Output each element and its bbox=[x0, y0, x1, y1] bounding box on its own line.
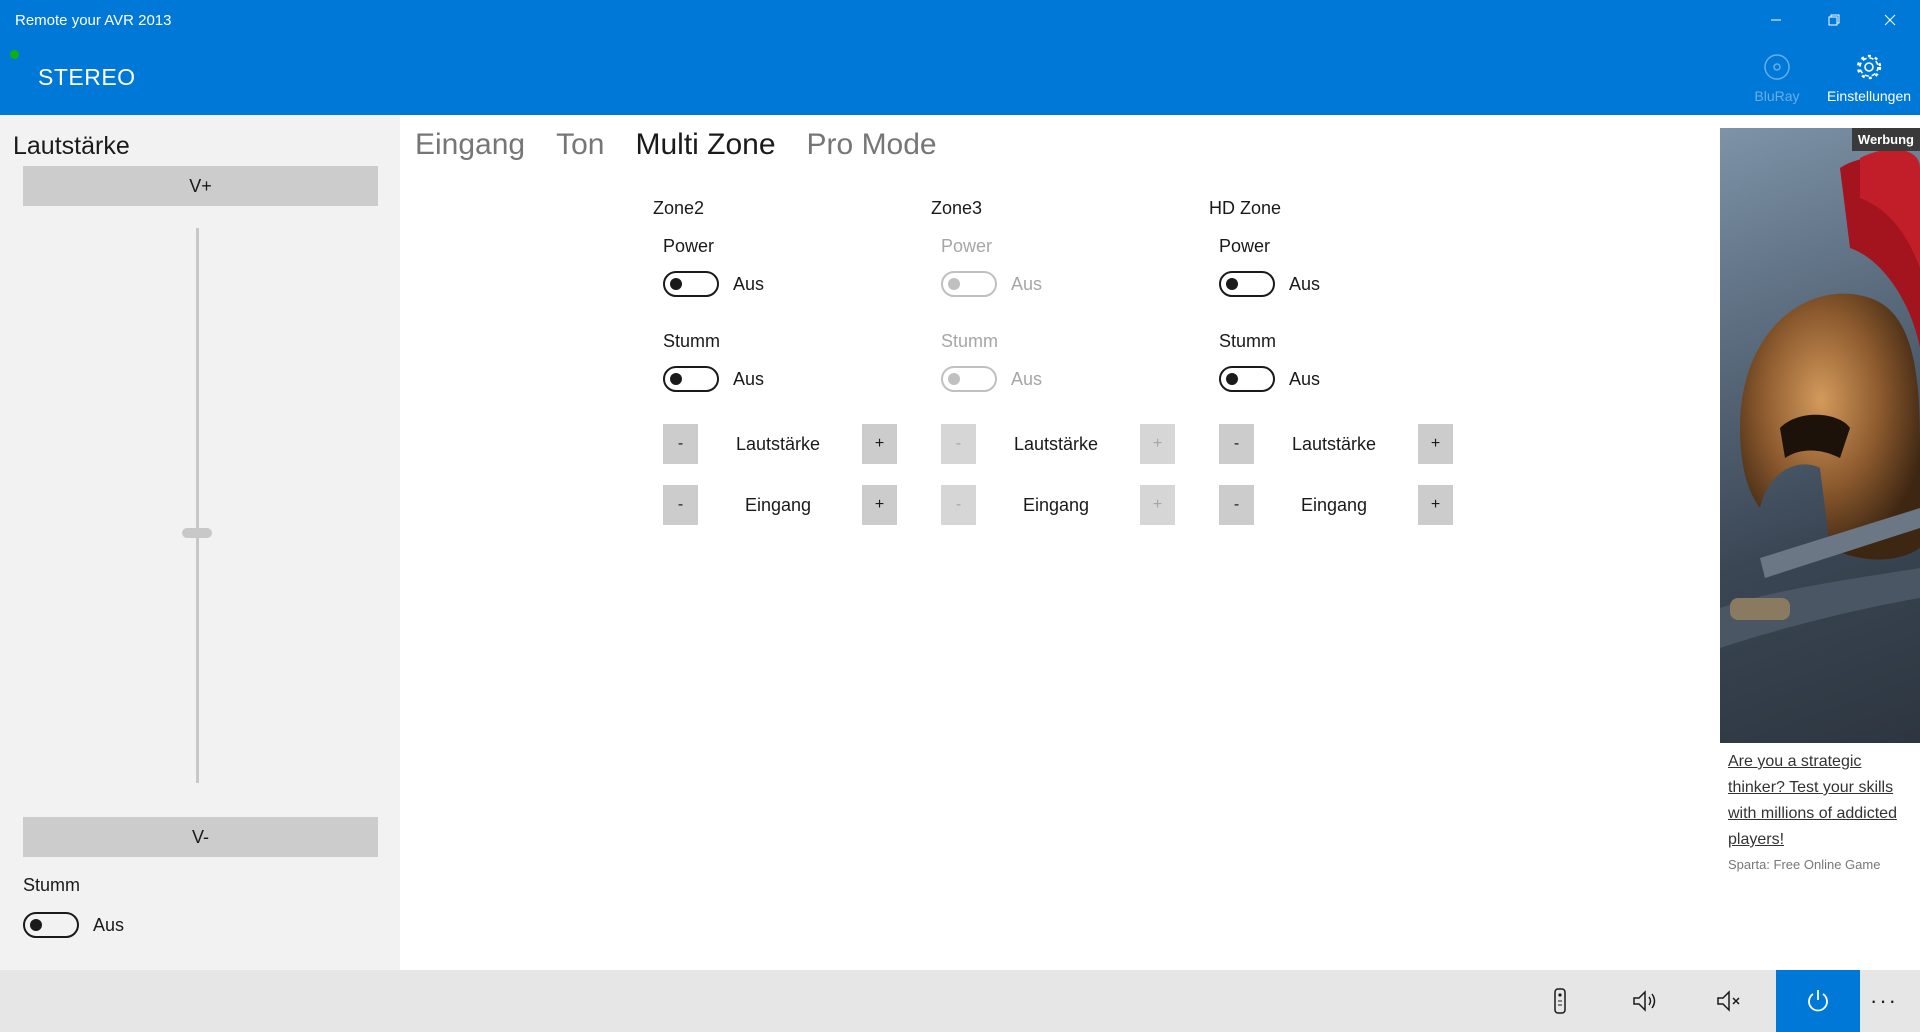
mute-toggle[interactable] bbox=[23, 912, 79, 938]
bottom-app-bar: ··· bbox=[0, 970, 1920, 1032]
zone-input-next-button[interactable]: + bbox=[1418, 485, 1453, 525]
toggle-knob bbox=[948, 278, 960, 290]
zone-volume-label: Lautstärke bbox=[1291, 434, 1377, 454]
zone-mute-label: Stumm bbox=[1219, 331, 1277, 351]
ad-banner[interactable]: Werbung bbox=[1720, 128, 1920, 743]
ad-image[interactable] bbox=[1720, 128, 1920, 743]
zone-mute-state: Aus bbox=[1011, 369, 1043, 389]
mute-icon bbox=[1717, 990, 1740, 1012]
zone-mute-toggle[interactable] bbox=[1219, 366, 1275, 392]
toggle-knob bbox=[670, 373, 682, 385]
spartan-helmet-illustration bbox=[1720, 149, 1920, 648]
more-icon: ··· bbox=[1870, 988, 1898, 1013]
connection-status-dot bbox=[10, 50, 19, 59]
zone-power-toggle[interactable] bbox=[1219, 271, 1275, 297]
app-window: Remote your AVR 2013 STEREO BluRay Einst… bbox=[0, 0, 1920, 1032]
volume-panel-title: Lautstärke bbox=[13, 132, 130, 160]
zone-mute-label: Stumm bbox=[941, 331, 999, 351]
zone-volume-down-button[interactable]: - bbox=[1219, 424, 1254, 464]
zone-title: Zone3 bbox=[931, 198, 983, 218]
toggle-knob bbox=[1226, 373, 1238, 385]
zone-panel-hd-zone: HD Zone Power Aus Stumm Aus - Lautstärke… bbox=[1209, 198, 1489, 538]
power-icon bbox=[1808, 990, 1828, 1012]
mute-button[interactable] bbox=[1688, 970, 1772, 1032]
zone-power-label: Power bbox=[1219, 236, 1271, 256]
settings-button[interactable]: Einstellungen bbox=[1823, 52, 1915, 112]
now-playing-mode: STEREO bbox=[38, 64, 136, 90]
toggle-knob bbox=[670, 278, 682, 290]
zone-mute-toggle[interactable] bbox=[941, 366, 997, 392]
zone-power-state: Aus bbox=[1011, 274, 1043, 294]
tab-multi-zone[interactable]: Multi Zone bbox=[635, 128, 775, 162]
zone-volume-up-button[interactable]: + bbox=[1140, 424, 1175, 464]
disc-icon bbox=[1764, 54, 1790, 80]
zone-input-prev-button[interactable]: - bbox=[663, 485, 698, 525]
ad-source: Sparta: Free Online Game bbox=[1728, 857, 1881, 872]
zone-volume-label: Lautstärke bbox=[1013, 434, 1099, 454]
toggle-knob bbox=[948, 373, 960, 385]
zone-title: Zone2 bbox=[653, 198, 705, 218]
toggle-knob bbox=[1226, 278, 1238, 290]
zone-panel-zone2: Zone2 Power Aus Stumm Aus - Lautstärke +… bbox=[653, 198, 933, 538]
mute-label: Stumm bbox=[23, 875, 81, 895]
zone-volume-up-button[interactable]: + bbox=[862, 424, 897, 464]
more-button[interactable]: ··· bbox=[1848, 970, 1920, 1032]
bluray-button[interactable]: BluRay bbox=[1731, 52, 1823, 112]
zone-power-label: Power bbox=[663, 236, 715, 256]
zone-input-prev-button[interactable]: - bbox=[1219, 485, 1254, 525]
mute-state: Aus bbox=[93, 915, 125, 935]
zone-power-state: Aus bbox=[1289, 274, 1321, 294]
ad-headline-link[interactable]: Are you a strategic thinker? Test your s… bbox=[1728, 749, 1918, 853]
volume-up-button[interactable]: V+ bbox=[23, 166, 378, 206]
remote-button[interactable] bbox=[1518, 970, 1602, 1032]
zone-power-toggle[interactable] bbox=[663, 271, 719, 297]
zone-input-next-button[interactable]: + bbox=[1140, 485, 1175, 525]
minimize-icon bbox=[1771, 19, 1781, 21]
restore-icon bbox=[1828, 14, 1840, 26]
close-button[interactable] bbox=[1862, 0, 1918, 40]
zone-volume-up-button[interactable]: + bbox=[1418, 424, 1453, 464]
header-bar: Remote your AVR 2013 STEREO BluRay Einst… bbox=[0, 0, 1920, 115]
zone-panel-zone3: Zone3 Power Aus Stumm Aus - Lautstärke +… bbox=[931, 198, 1211, 538]
toggle-knob bbox=[30, 919, 42, 931]
zone-volume-label: Lautstärke bbox=[735, 434, 821, 454]
settings-label: Einstellungen bbox=[1826, 88, 1912, 104]
zone-input-next-button[interactable]: + bbox=[862, 485, 897, 525]
volume-button[interactable] bbox=[1604, 970, 1688, 1032]
zone-power-toggle[interactable] bbox=[941, 271, 997, 297]
volume-down-button[interactable]: V- bbox=[23, 817, 378, 857]
tab-ton[interactable]: Ton bbox=[556, 128, 604, 162]
zone-volume-down-button[interactable]: - bbox=[941, 424, 976, 464]
zone-mute-state: Aus bbox=[733, 369, 765, 389]
volume-slider-track[interactable] bbox=[196, 228, 199, 783]
tab-bar: Eingang Ton Multi Zone Pro Mode bbox=[415, 128, 937, 162]
tab-eingang[interactable]: Eingang bbox=[415, 128, 525, 162]
minimize-button[interactable] bbox=[1748, 0, 1804, 40]
gear-icon bbox=[1856, 54, 1882, 80]
ad-badge: Werbung bbox=[1851, 128, 1920, 151]
tab-pro-mode[interactable]: Pro Mode bbox=[807, 128, 937, 162]
zone-mute-state: Aus bbox=[1289, 369, 1321, 389]
zone-title: HD Zone bbox=[1209, 198, 1282, 218]
zone-volume-down-button[interactable]: - bbox=[663, 424, 698, 464]
zone-power-label: Power bbox=[941, 236, 993, 256]
bluray-label: BluRay bbox=[1754, 88, 1800, 104]
window-title: Remote your AVR 2013 bbox=[15, 12, 172, 29]
zone-input-label: Eingang bbox=[1300, 495, 1368, 515]
volume-icon bbox=[1633, 990, 1656, 1012]
zone-input-label: Eingang bbox=[744, 495, 812, 515]
zone-mute-label: Stumm bbox=[663, 331, 721, 351]
zone-input-label: Eingang bbox=[1022, 495, 1090, 515]
restore-button[interactable] bbox=[1806, 0, 1862, 40]
remote-icon bbox=[1554, 988, 1566, 1014]
close-icon bbox=[1884, 14, 1896, 26]
zone-power-state: Aus bbox=[733, 274, 765, 294]
volume-panel: Lautstärke V+ V- Stumm Aus bbox=[0, 115, 400, 970]
volume-slider-thumb[interactable] bbox=[182, 528, 212, 539]
zone-input-prev-button[interactable]: - bbox=[941, 485, 976, 525]
zone-mute-toggle[interactable] bbox=[663, 366, 719, 392]
